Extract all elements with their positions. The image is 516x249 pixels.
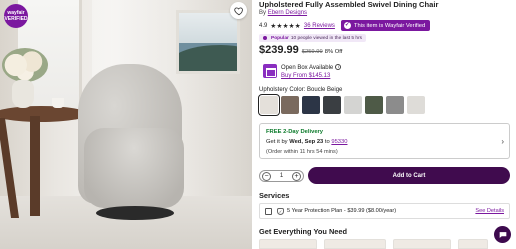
brand-line: By Ebern Designs [259,10,308,16]
brand-link[interactable]: Ebern Designs [268,10,307,16]
wayfair-verified-button[interactable]: ✓ This item is Wayfair Verified [340,20,431,31]
vase [12,80,34,108]
rating-row: 4.9 ★★★★★ 36 Reviews ✓ This item is Wayf… [259,20,431,31]
coffee-cup [52,98,64,108]
recommendation-carousel [259,239,516,249]
protection-plan-checkbox[interactable] [265,208,272,215]
check-circle-icon: ✓ [343,22,351,29]
recommendation-thumbnail[interactable] [458,239,488,249]
upholstery-color-label: Upholstery Color: Boucle Beige [259,87,343,93]
product-image[interactable]: wayfair VERIFIED [0,0,252,249]
side-table [0,106,88,122]
chair-swivel-base [96,206,174,220]
discount-percent: 8% Off [324,49,343,55]
protection-plan-row[interactable]: ✓ 5 Year Protection Plan - $39.99 ($8.00… [259,203,510,219]
selected-color: Boucle Beige [307,87,343,93]
chat-button[interactable] [494,226,511,243]
popular-badge: Popular 10 people viewed in the last 5 h… [259,34,367,42]
delivery-title: FREE 2-Day Delivery [266,129,324,135]
heart-icon [233,6,243,15]
recommendation-thumbnail[interactable] [259,239,317,249]
zip-code-link[interactable]: 95330 [331,139,347,145]
wall-art [176,10,240,74]
see-details-link[interactable]: See Details [475,208,504,214]
add-to-cart-button[interactable]: Add to Cart [308,167,510,184]
color-swatch[interactable] [323,96,341,114]
quantity-value[interactable]: 1 [280,173,283,179]
color-swatch[interactable] [344,96,362,114]
services-heading: Services [259,191,290,200]
chevron-right-icon: › [501,137,504,146]
increase-quantity-button[interactable]: + [292,171,301,181]
wayfair-verified-badge: wayfair VERIFIED [4,4,28,28]
color-swatch[interactable] [386,96,404,114]
get-everything-heading: Get Everything You Need [259,227,348,236]
trending-icon [263,36,267,40]
recommendation-thumbnail[interactable] [393,239,451,249]
delivery-card[interactable]: FREE 2-Day Delivery Get it by Wed, Sep 2… [259,123,510,159]
recommendation-thumbnail[interactable] [324,239,386,249]
color-swatch[interactable] [281,96,299,114]
quantity-stepper[interactable]: − 1 + [259,170,304,182]
open-box-link[interactable]: Buy From $145.13 [281,73,330,79]
product-title: Upholstered Fully Assembled Swivel Dinin… [259,0,439,9]
color-swatch[interactable] [407,96,425,114]
price-row: $239.99 $259.99 8% Off [259,44,342,56]
rating-value: 4.9 [259,22,268,29]
delivery-date: Get it by Wed, Sep 23 to 95330 [266,139,348,145]
favorite-button[interactable] [230,2,247,19]
color-swatch[interactable] [258,94,280,116]
order-cutoff: (Order within 11 hrs 54 mins) [266,149,338,155]
open-box-icon [263,64,277,78]
reviews-link[interactable]: 36 Reviews [304,23,335,29]
original-price: $259.99 [301,49,323,55]
protection-plan-text: 5 Year Protection Plan - $39.99 ($8.00/y… [287,208,397,214]
chat-bubble-icon [499,231,506,238]
product-info-panel: Upholstered Fully Assembled Swivel Dinin… [258,0,516,249]
color-swatch-list [258,94,425,116]
info-icon[interactable]: i [335,64,342,71]
color-swatch[interactable] [365,96,383,114]
decrease-quantity-button[interactable]: − [262,171,271,181]
chair-seat [84,128,184,208]
open-box-offer: Open Box Available i Buy From $145.13 [281,64,342,80]
current-price: $239.99 [259,44,299,56]
flower-bouquet [2,48,48,82]
color-swatch[interactable] [302,96,320,114]
shield-icon: ✓ [277,208,284,215]
star-rating-icon: ★★★★★ [270,22,301,30]
